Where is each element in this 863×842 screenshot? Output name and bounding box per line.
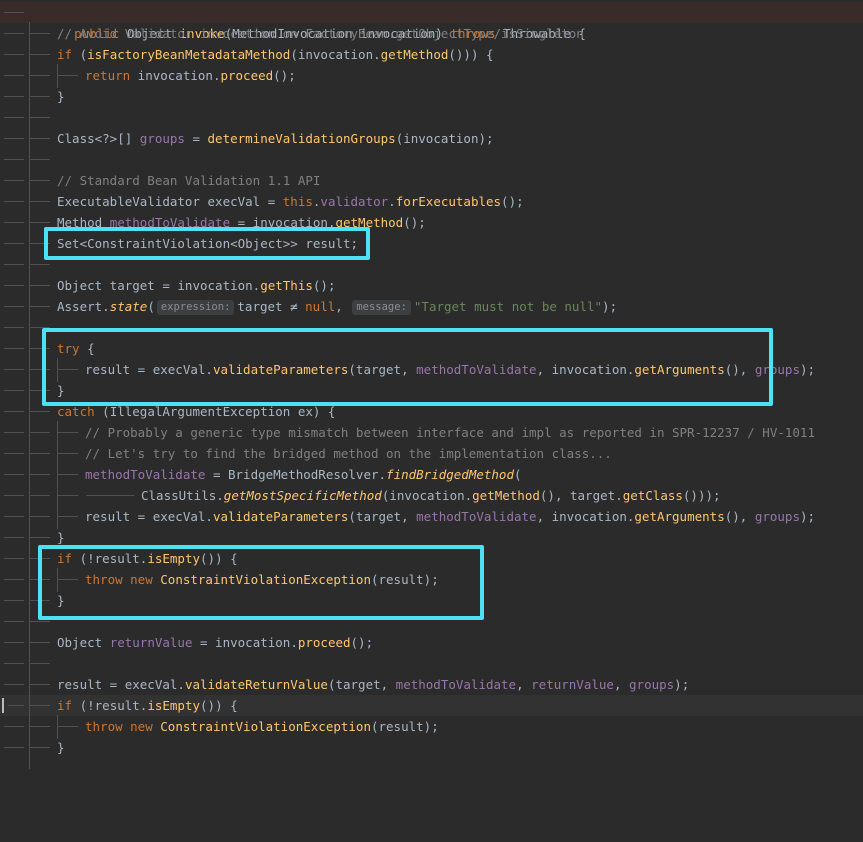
text-cursor: [2, 698, 4, 713]
code-line-2[interactable]: // Avoid Validator invocation on Factory…: [0, 23, 863, 44]
code-line-20[interactable]: catch (IllegalArgumentException ex) {: [0, 401, 863, 422]
code-line-29[interactable]: }: [0, 590, 863, 611]
code-line-13[interactable]: [0, 254, 863, 275]
code-line-6[interactable]: [0, 107, 863, 128]
indent-guide: [57, 715, 58, 739]
code-editor[interactable]: public Object invoke(MethodInvocation in…: [0, 0, 863, 769]
code-line-28[interactable]: throw new ConstraintViolationException(r…: [0, 569, 863, 590]
indent-guide: [57, 64, 58, 88]
code-line-3[interactable]: if (isFactoryBeanMetadataMethod(invocati…: [0, 44, 863, 65]
code-line-10[interactable]: ExecutableValidator execVal = this.valid…: [0, 191, 863, 212]
indent-guide: [29, 22, 30, 769]
code-line-8[interactable]: [0, 149, 863, 170]
code-line-15[interactable]: Assert.state(expression: target ≠ null, m…: [0, 296, 863, 317]
code-line-27[interactable]: if (!result.isEmpty()) {: [0, 548, 863, 569]
code-line-30[interactable]: [0, 611, 863, 632]
param-hint-message: message:: [352, 300, 411, 315]
code-line-12[interactable]: Set<ConstraintViolation<Object>> result;: [0, 233, 863, 254]
code-line-24[interactable]: ClassUtils.getMostSpecificMethod(invocat…: [0, 485, 863, 506]
param-hint-expression: expression:: [156, 300, 235, 315]
code-line-5[interactable]: }: [0, 86, 863, 107]
code-line-7[interactable]: Class<?>[] groups = determineValidationG…: [0, 128, 863, 149]
code-line-34[interactable]: if (!result.isEmpty()) {: [0, 695, 863, 716]
indent-guide: [57, 421, 58, 529]
indent-guide: [57, 568, 58, 592]
code-line-23[interactable]: methodToValidate = BridgeMethodResolver.…: [0, 464, 863, 485]
code-line-19[interactable]: }: [0, 380, 863, 401]
code-line-36[interactable]: }: [0, 737, 863, 758]
code-line-33[interactable]: result = execVal.validateReturnValue(tar…: [0, 674, 863, 695]
code-line-1[interactable]: public Object invoke(MethodInvocation in…: [0, 2, 863, 41]
code-line-22[interactable]: // Let's try to find the bridged method …: [0, 443, 863, 464]
indent-guide: [57, 358, 58, 382]
code-line-18[interactable]: result = execVal.validateParameters(targ…: [0, 359, 863, 380]
code-line-9[interactable]: // Standard Bean Validation 1.1 API: [0, 170, 863, 191]
code-line-11[interactable]: Method methodToValidate = invocation.get…: [0, 212, 863, 233]
code-line-32[interactable]: [0, 653, 863, 674]
code-line-35[interactable]: throw new ConstraintViolationException(r…: [0, 716, 863, 737]
code-line-14[interactable]: Object target = invocation.getThis();: [0, 275, 863, 296]
code-line-16[interactable]: [0, 317, 863, 338]
code-line-25[interactable]: result = execVal.validateParameters(targ…: [0, 506, 863, 527]
code-line-17[interactable]: try {: [0, 338, 863, 359]
code-line-21[interactable]: // Probably a generic type mismatch betw…: [0, 422, 863, 443]
code-line-4[interactable]: return invocation.proceed();: [0, 65, 863, 86]
code-line-26[interactable]: }: [0, 527, 863, 548]
code-line-31[interactable]: Object returnValue = invocation.proceed(…: [0, 632, 863, 653]
